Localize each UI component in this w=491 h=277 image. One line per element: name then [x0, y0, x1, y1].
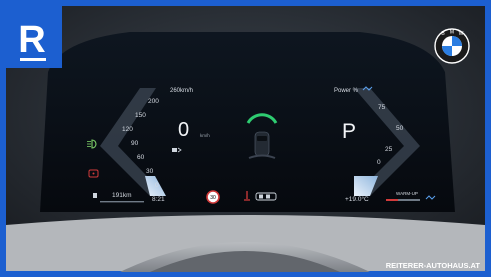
outside-temperature: +19.0°C	[345, 195, 369, 203]
speed-limit-value: 30	[210, 195, 216, 201]
watermark: REITERER-AUTOHAUS.AT	[386, 261, 481, 270]
fuel-icon	[93, 193, 97, 198]
power-tick-50: 50	[396, 125, 404, 132]
speed-limit-sign-icon: 30	[206, 190, 220, 204]
current-speed: 0	[178, 119, 189, 141]
speed-tick-150: 150	[135, 112, 146, 119]
dealer-logo: R	[6, 6, 62, 68]
speed-tick-260: 260km/h	[170, 88, 193, 94]
dealer-logo-letter: R	[18, 19, 45, 61]
gear-indicator: P	[342, 120, 356, 143]
speed-tick-90: 90	[131, 140, 139, 147]
warmup-label: WARM-UP	[396, 191, 418, 196]
range-value: 191km	[112, 192, 132, 199]
warmup-bar	[386, 199, 398, 201]
bmw-letter-m: M	[450, 30, 454, 36]
speed-tick-60: 60	[137, 154, 145, 161]
power-tick-75: 75	[378, 104, 386, 111]
bmw-letter-w: W	[459, 31, 464, 37]
speed-tick-120: 120	[122, 126, 133, 133]
speed-tick-30: 30	[146, 168, 154, 175]
power-title: Power %	[334, 88, 359, 94]
power-tick-0: 0	[377, 159, 381, 166]
clock-time: 8:21	[152, 196, 165, 203]
speed-tick-200: 200	[148, 98, 159, 105]
bmw-logo-icon: B M W	[434, 28, 470, 64]
speed-tick-0: 0	[155, 182, 159, 189]
dashboard-photo: R B M W 260km/h 200 150 120 90 60 30 0 0…	[0, 0, 491, 277]
power-tick-25: 25	[385, 146, 393, 153]
current-speed-unit: km/h	[200, 133, 210, 138]
